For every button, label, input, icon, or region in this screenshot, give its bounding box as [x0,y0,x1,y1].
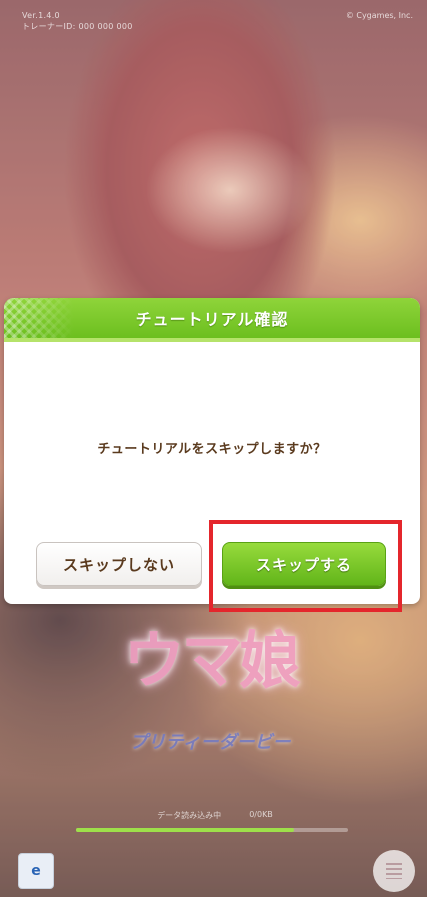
dont-skip-label: スキップしない [62,555,175,574]
dialog-message: チュートリアルをスキップしますか？ [97,442,327,457]
loading-label: データ読み込み中 [157,811,222,820]
loading-progress-bar [76,828,348,832]
trainer-id-text: トレーナーID: 000 000 000 [22,22,133,31]
menu-icon[interactable] [373,850,415,892]
dialog-header: チュートリアル確認 [4,298,420,338]
loading-status: データ読み込み中 0/0KB [90,810,340,821]
game-logo: ウマ娘 プリティーダービー [90,610,330,780]
loading-size: 0/0KB [249,810,273,819]
logo-title: ウマ娘 [122,624,301,697]
version-text: Ver.1.4.0 [22,11,60,20]
highlight-box [209,520,402,612]
dont-skip-button[interactable]: スキップしない [36,542,202,586]
dialog-title: チュートリアル確認 [135,310,289,329]
copyright-text: © Cygames, Inc. [345,11,413,20]
loading-progress-fill [76,828,294,832]
menu-lines-icon [386,863,402,879]
version-info: Ver.1.4.0 トレーナーID: 000 000 000 [22,10,133,32]
logo-subtitle: プリティーダービー [129,732,291,753]
dialog-header-divider [4,338,420,342]
support-icon[interactable]: e [18,853,54,889]
